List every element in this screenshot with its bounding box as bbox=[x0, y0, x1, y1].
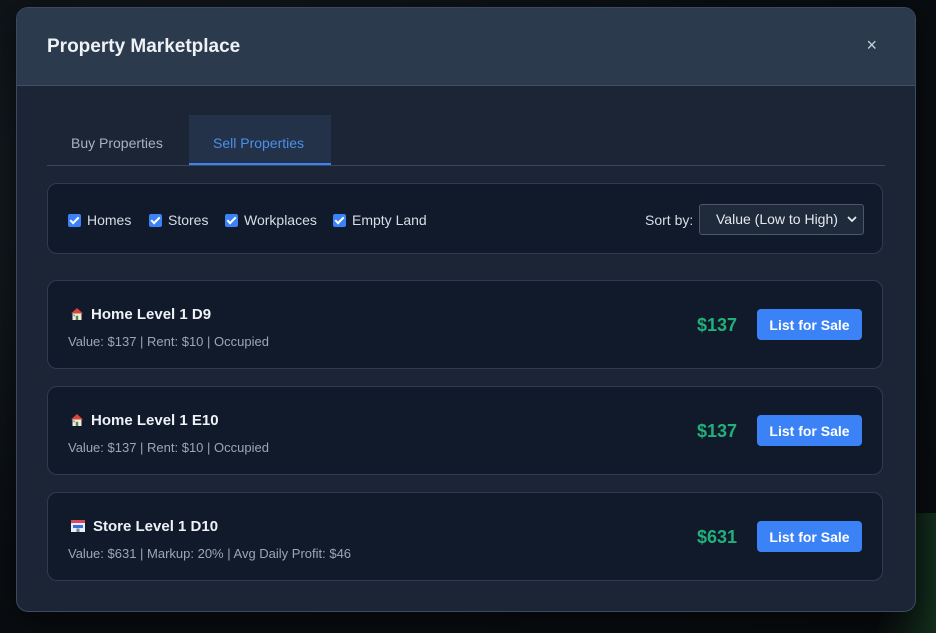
filter-homes[interactable]: Homes bbox=[68, 212, 131, 228]
modal-header: Property Marketplace × bbox=[17, 8, 915, 86]
house-icon bbox=[70, 413, 84, 427]
property-details: Value: $137 | Rent: $10 | Occupied bbox=[68, 334, 269, 349]
property-details: Value: $137 | Rent: $10 | Occupied bbox=[68, 440, 269, 455]
property-name: Home Level 1 E10 bbox=[91, 412, 219, 429]
tab-sell-properties[interactable]: Sell Properties bbox=[189, 115, 331, 165]
sort-select[interactable]: Value (Low to High) bbox=[699, 204, 864, 235]
property-details: Value: $631 | Markup: 20% | Avg Daily Pr… bbox=[68, 546, 352, 561]
sort-label: Sort by: bbox=[645, 212, 694, 228]
property-marketplace-modal: Property Marketplace × Buy Properties Se… bbox=[16, 7, 916, 612]
tab-buy-properties[interactable]: Buy Properties bbox=[47, 115, 189, 163]
filter-homes-label: Homes bbox=[87, 212, 132, 228]
modal-title: Property Marketplace bbox=[47, 36, 241, 57]
workplaces-checkbox[interactable] bbox=[225, 213, 238, 227]
property-card: Home Level 1 D9 Value: $137 | Rent: $10 … bbox=[47, 280, 883, 369]
property-name: Store Level 1 D10 bbox=[93, 518, 219, 535]
sort-select-value: Value (Low to High) bbox=[716, 211, 838, 227]
list-for-sale-button[interactable]: List for Sale bbox=[757, 415, 862, 446]
house-icon bbox=[70, 307, 84, 321]
store-icon bbox=[70, 519, 86, 533]
filter-stores[interactable]: Stores bbox=[149, 212, 208, 228]
list-for-sale-button[interactable]: List for Sale bbox=[757, 309, 862, 340]
filter-stores-label: Stores bbox=[168, 212, 209, 228]
empty-land-checkbox[interactable] bbox=[333, 213, 346, 227]
property-price: $137 bbox=[696, 315, 737, 335]
property-price: $631 bbox=[696, 527, 737, 547]
filter-empty-land[interactable]: Empty Land bbox=[333, 212, 427, 228]
tab-bar: Buy Properties Sell Properties bbox=[47, 115, 885, 166]
property-name: Home Level 1 D9 bbox=[91, 306, 212, 323]
property-price: $137 bbox=[696, 421, 737, 441]
stores-checkbox[interactable] bbox=[149, 213, 162, 227]
property-card: Store Level 1 D10 Value: $631 | Markup: … bbox=[47, 492, 883, 581]
homes-checkbox[interactable] bbox=[68, 213, 81, 227]
filter-empty-land-label: Empty Land bbox=[352, 212, 427, 228]
filter-workplaces[interactable]: Workplaces bbox=[225, 212, 317, 228]
property-card: Home Level 1 E10 Value: $137 | Rent: $10… bbox=[47, 386, 883, 475]
filter-workplaces-label: Workplaces bbox=[244, 212, 317, 228]
list-for-sale-button[interactable]: List for Sale bbox=[757, 521, 862, 552]
chevron-down-icon bbox=[847, 205, 857, 246]
close-button[interactable]: × bbox=[866, 35, 877, 55]
filter-bar: Homes Stores Workplaces Empty Land Sort … bbox=[47, 183, 883, 254]
